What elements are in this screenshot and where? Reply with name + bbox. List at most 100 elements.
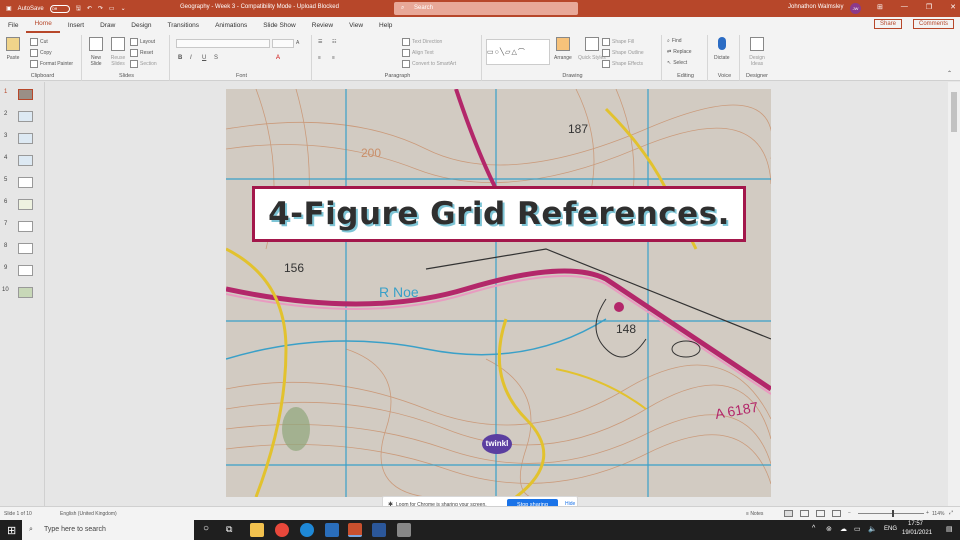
slideshow-icon[interactable] <box>832 510 841 517</box>
slide-sorter-icon[interactable] <box>800 510 809 517</box>
tab-home[interactable]: Home <box>26 17 60 33</box>
tab-design[interactable]: Design <box>123 22 159 29</box>
smartart-button[interactable]: Convert to SmartArt <box>402 60 456 68</box>
tab-draw[interactable]: Draw <box>92 22 123 29</box>
font-family-select[interactable] <box>176 39 270 48</box>
vertical-scrollbar[interactable] <box>948 82 960 506</box>
cloud-icon[interactable]: ☁ <box>840 525 847 533</box>
zoom-slider-handle[interactable] <box>892 510 894 517</box>
customize-icon[interactable]: ⌄ <box>121 5 126 12</box>
tab-slide-show[interactable]: Slide Show <box>255 22 304 29</box>
slide-title-box[interactable]: 4-Figure Grid References. <box>252 186 746 242</box>
document-title[interactable]: Geography - Week 3 - Compatibility Mode … <box>180 4 339 10</box>
notification-icon[interactable]: ▤ <box>946 525 953 533</box>
normal-view-icon[interactable] <box>784 510 793 517</box>
slide-thumbnail[interactable] <box>18 287 33 298</box>
slide-thumbnail[interactable] <box>18 243 33 254</box>
numbering-icon[interactable]: ☷ <box>332 39 336 45</box>
battery-icon[interactable]: ▭ <box>854 525 861 533</box>
edge-icon[interactable] <box>300 523 314 537</box>
design-ideas-button[interactable]: Design Ideas <box>745 37 769 67</box>
reading-view-icon[interactable] <box>816 510 825 517</box>
close-icon[interactable]: ✕ <box>950 3 956 11</box>
volume-icon[interactable]: 🔈 <box>868 525 877 533</box>
language-indicator[interactable]: English (United Kingdom) <box>60 511 117 517</box>
dictate-button[interactable]: Dictate <box>714 37 730 61</box>
save-file-icon[interactable]: 🖫 <box>76 4 81 14</box>
fit-slide-icon[interactable]: ⤢ <box>949 510 953 516</box>
tab-animations[interactable]: Animations <box>207 22 255 29</box>
comments-button[interactable]: Comments <box>912 19 954 29</box>
tab-insert[interactable]: Insert <box>60 22 92 29</box>
slide-thumbnail[interactable] <box>18 155 33 166</box>
tab-review[interactable]: Review <box>304 22 341 29</box>
bold-icon[interactable]: B <box>178 55 182 61</box>
bullets-icon[interactable]: ☰ <box>318 39 322 45</box>
paste-button[interactable]: Paste <box>6 37 20 61</box>
align-text-button[interactable]: Align Text <box>402 49 434 57</box>
reset-button[interactable]: Reset <box>130 49 153 57</box>
align-left-icon[interactable]: ≡ <box>318 55 321 61</box>
autosave-toggle[interactable]: Off <box>49 4 70 13</box>
share-button[interactable]: Share <box>873 19 902 29</box>
save-icon[interactable]: ▣ <box>6 5 12 12</box>
powerpoint-icon[interactable] <box>348 523 362 537</box>
present-icon[interactable]: ▭ <box>109 5 115 12</box>
replace-button[interactable]: ⇄ Replace <box>667 49 692 55</box>
show-hidden-icons[interactable]: ^ <box>812 525 815 532</box>
tab-transitions[interactable]: Transitions <box>160 22 208 29</box>
word-icon[interactable] <box>372 523 386 537</box>
avatar[interactable]: JW <box>850 3 861 14</box>
section-button[interactable]: Section <box>130 60 157 68</box>
slide-thumbnail[interactable] <box>18 199 33 210</box>
redo-icon[interactable]: ↷ <box>98 5 103 12</box>
zoom-in-icon[interactable]: + <box>926 510 929 516</box>
font-size-select[interactable] <box>272 39 294 48</box>
restore-icon[interactable]: ❐ <box>926 3 932 11</box>
zoom-level[interactable]: 114% <box>932 511 944 517</box>
clear-format-icon[interactable]: A <box>296 40 299 46</box>
ribbon-display-icon[interactable]: ⊞ <box>877 3 883 11</box>
mail-icon[interactable] <box>325 523 339 537</box>
collapse-ribbon-icon[interactable]: ⌃ <box>947 70 952 77</box>
keyboard-language[interactable]: ENG <box>884 526 897 532</box>
find-button[interactable]: ⌕ Find <box>667 38 682 44</box>
zoom-slider[interactable] <box>858 513 924 514</box>
strikethrough-icon[interactable]: S <box>214 55 218 61</box>
zoom-out-icon[interactable]: − <box>848 510 851 516</box>
copy-button[interactable]: Copy <box>30 49 52 57</box>
task-view-icon[interactable]: ⧉ <box>226 524 232 535</box>
select-button[interactable]: ↖ Select <box>667 60 687 66</box>
app-icon[interactable] <box>397 523 411 537</box>
tab-file[interactable]: File <box>0 22 26 29</box>
underline-icon[interactable]: U <box>202 55 206 61</box>
slide-thumbnail[interactable] <box>18 133 33 144</box>
search-box[interactable]: ⌕ Search <box>394 2 578 15</box>
reuse-slides-button[interactable]: Reuse Slides <box>108 37 128 67</box>
cut-button[interactable]: Cut <box>30 38 48 46</box>
shape-outline-button[interactable]: Shape Outline <box>602 49 644 57</box>
notes-button[interactable]: ≡ Notes <box>746 511 763 517</box>
clock-time[interactable]: 17:57 <box>908 521 923 527</box>
layout-button[interactable]: Layout <box>130 38 155 46</box>
file-explorer-icon[interactable] <box>250 523 264 537</box>
shapes-gallery[interactable]: ▭○╲▱△⌒ <box>486 39 550 65</box>
chrome-icon[interactable] <box>275 523 289 537</box>
font-color-icon[interactable]: A <box>276 55 280 61</box>
tab-help[interactable]: Help <box>371 22 400 29</box>
slide-thumbnail[interactable] <box>18 221 33 232</box>
slide-thumbnail[interactable] <box>18 111 33 122</box>
minimize-icon[interactable]: — <box>901 3 908 11</box>
arrange-button[interactable]: Arrange <box>554 37 572 61</box>
align-center-icon[interactable]: ≡ <box>332 55 335 61</box>
taskbar-search[interactable]: ⌕ Type here to search <box>22 520 194 540</box>
tab-view[interactable]: View <box>341 22 371 29</box>
shape-fill-button[interactable]: Shape Fill <box>602 38 634 46</box>
scrollbar-thumb[interactable] <box>951 92 957 132</box>
format-painter-button[interactable]: Format Painter <box>30 60 73 68</box>
new-slide-button[interactable]: New Slide <box>86 37 106 67</box>
italic-icon[interactable]: I <box>190 55 192 61</box>
text-direction-button[interactable]: Text Direction <box>402 38 442 46</box>
clock-date[interactable]: 19/01/2021 <box>902 530 932 536</box>
cortana-icon[interactable]: ○ <box>203 523 209 534</box>
